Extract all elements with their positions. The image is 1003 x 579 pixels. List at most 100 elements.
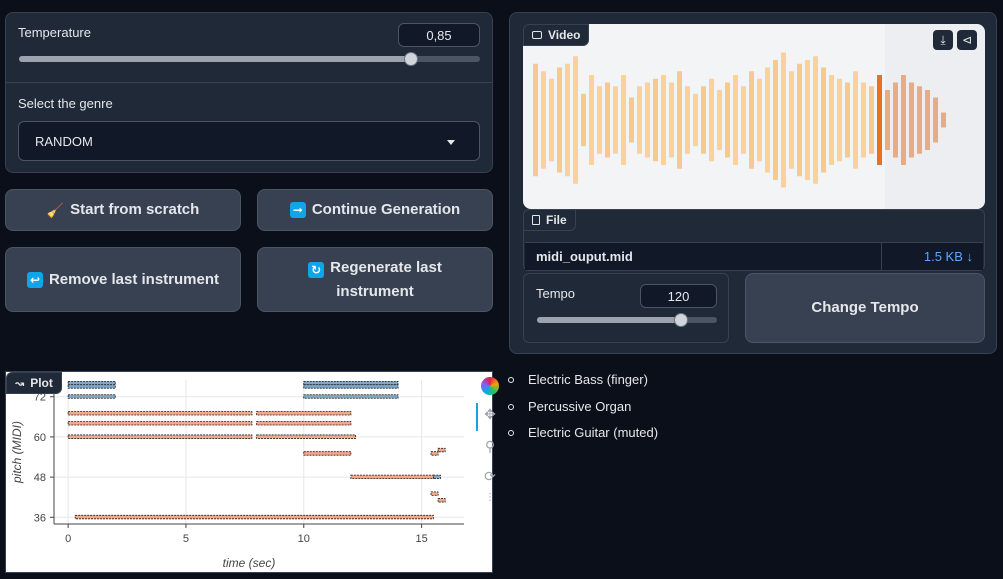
instrument-item: Electric Guitar (muted) [506,420,658,447]
waveform-bar [645,82,650,158]
waveform-bar [685,86,690,154]
file-name: midi_ouput.mid [536,249,633,264]
waveform-bar [629,97,634,143]
pan-tool-icon[interactable]: ✥ [480,406,500,423]
remove-last-instrument-label: Remove last instrument [48,270,220,288]
waveform-bar [581,93,586,147]
note-bar [437,447,446,453]
waveform-bar [637,86,642,154]
tempo-label: Tempo [536,286,576,301]
file-size-link[interactable]: 1.5 KB ↓ [924,249,973,264]
regenerate-last-instrument-label: Regenerate last instrument [330,258,442,300]
note-bar [430,451,439,456]
note-bar [74,514,434,520]
piano-roll-chart: 0 5 10 1536486072time (sec)pitch (MIDI) [10,380,464,570]
box-zoom-tool-icon[interactable]: ⚲ [480,438,500,455]
waveform-bar [813,56,818,184]
temperature-slider-thumb[interactable] [403,52,418,66]
note-bar [303,451,352,456]
waveform-bar [669,82,674,158]
plot-tag: ↝ Plot [6,372,62,394]
tempo-slider-fill [537,317,681,323]
temperature-slider[interactable] [19,52,480,66]
video-tag: Video [523,24,590,46]
return-arrow-icon: ↩ [26,271,43,288]
file-tag: File [523,209,576,231]
note-bar [67,384,116,389]
waveform-bar [597,86,602,154]
waveform-bar [693,93,698,147]
remove-last-instrument-button[interactable]: ↩ Remove last instrument [5,247,241,312]
note-bar [303,384,399,389]
waveform-bar [765,67,770,173]
waveform-bar [805,60,810,180]
video-tag-label: Video [548,28,581,42]
video-player[interactable] [523,24,985,209]
tempo-slider[interactable] [537,313,717,327]
continue-generation-button[interactable]: ➞ Continue Generation [257,189,493,231]
file-icon [532,215,540,225]
waveform-bar [701,86,706,154]
waveform-bar [733,75,738,165]
note-bar [67,411,253,416]
waveform-bar [749,71,754,169]
waveform-bar [757,78,762,162]
note-bar [303,380,399,386]
note-bar [67,421,253,426]
note-bar [437,498,446,503]
regenerate-label-wrap: ↻ Regenerate last instrument [295,256,455,304]
bokeh-logo-icon [481,377,499,395]
refresh-icon: ↻ [308,261,325,278]
file-row[interactable]: midi_ouput.mid 1.5 KB ↓ [525,242,983,271]
waveform-bar [853,71,858,169]
change-tempo-label: Change Tempo [811,299,919,316]
y-tick-label: 48 [34,472,46,484]
waveform-bar [741,86,746,154]
tempo-slider-thumb[interactable] [674,313,688,327]
waveform-bar [565,63,570,177]
temperature-value-input[interactable]: 0,85 [398,23,480,47]
genre-dropdown[interactable]: RANDOM [18,121,480,161]
note-bar [67,394,116,399]
x-tick-label: 0 [65,533,71,545]
instrument-list: Electric Bass (finger) Percussive Organ … [506,367,658,447]
divider [6,82,492,83]
tempo-box: Tempo 120 [523,273,729,343]
more-tools-icon[interactable]: ⋮ [480,492,500,503]
waveform-bar [725,82,730,158]
note-bar [67,434,253,439]
note-bar [432,474,441,480]
waveform-bar [621,75,626,165]
waveform-bar [653,78,658,162]
y-tick-label: 60 [34,432,46,444]
file-component: File midi_ouput.mid 1.5 KB ↓ [523,209,985,271]
x-tick-label: 10 [298,533,310,545]
regenerate-last-instrument-button[interactable]: ↻ Regenerate last instrument [257,247,493,312]
file-tag-label: File [546,213,567,227]
temperature-label: Temperature [18,25,91,40]
waveform-bar [557,67,562,173]
start-from-scratch-button[interactable]: 🧹 Start from scratch [5,189,241,231]
waveform-bar [533,63,538,177]
waveform-bar [877,75,882,165]
toolbar-active-indicator [476,403,478,431]
share-icon[interactable]: ⊲ [957,30,977,50]
waveform-bar [709,78,714,162]
settings-panel: Temperature 0,85 Select the genre RANDOM [5,12,493,173]
output-panel: Video ⤓ ⊲ File midi_ouput.mid 1.5 KB ↓ T… [509,12,997,354]
download-icon[interactable]: ⤓ [933,30,953,50]
waveform-bar [773,60,778,180]
note-bar [430,491,439,496]
waveform-bar [541,71,546,169]
note-bar [350,474,434,480]
change-tempo-button[interactable]: Change Tempo [745,273,985,343]
plot-component: 0 5 10 15 36 48 60 72 time (sec) pitch (MIDI) ↝ P… [5,371,493,573]
x-axis-label: time (sec) [223,556,276,570]
waveform-bar [829,75,834,165]
arrow-right-icon: ➞ [289,202,306,218]
reset-tool-icon[interactable]: ⟳ [480,468,500,485]
audio-waveform [533,24,985,209]
tempo-value-input[interactable]: 120 [640,284,717,308]
played-region [885,24,985,209]
waveform-bar [837,78,842,162]
